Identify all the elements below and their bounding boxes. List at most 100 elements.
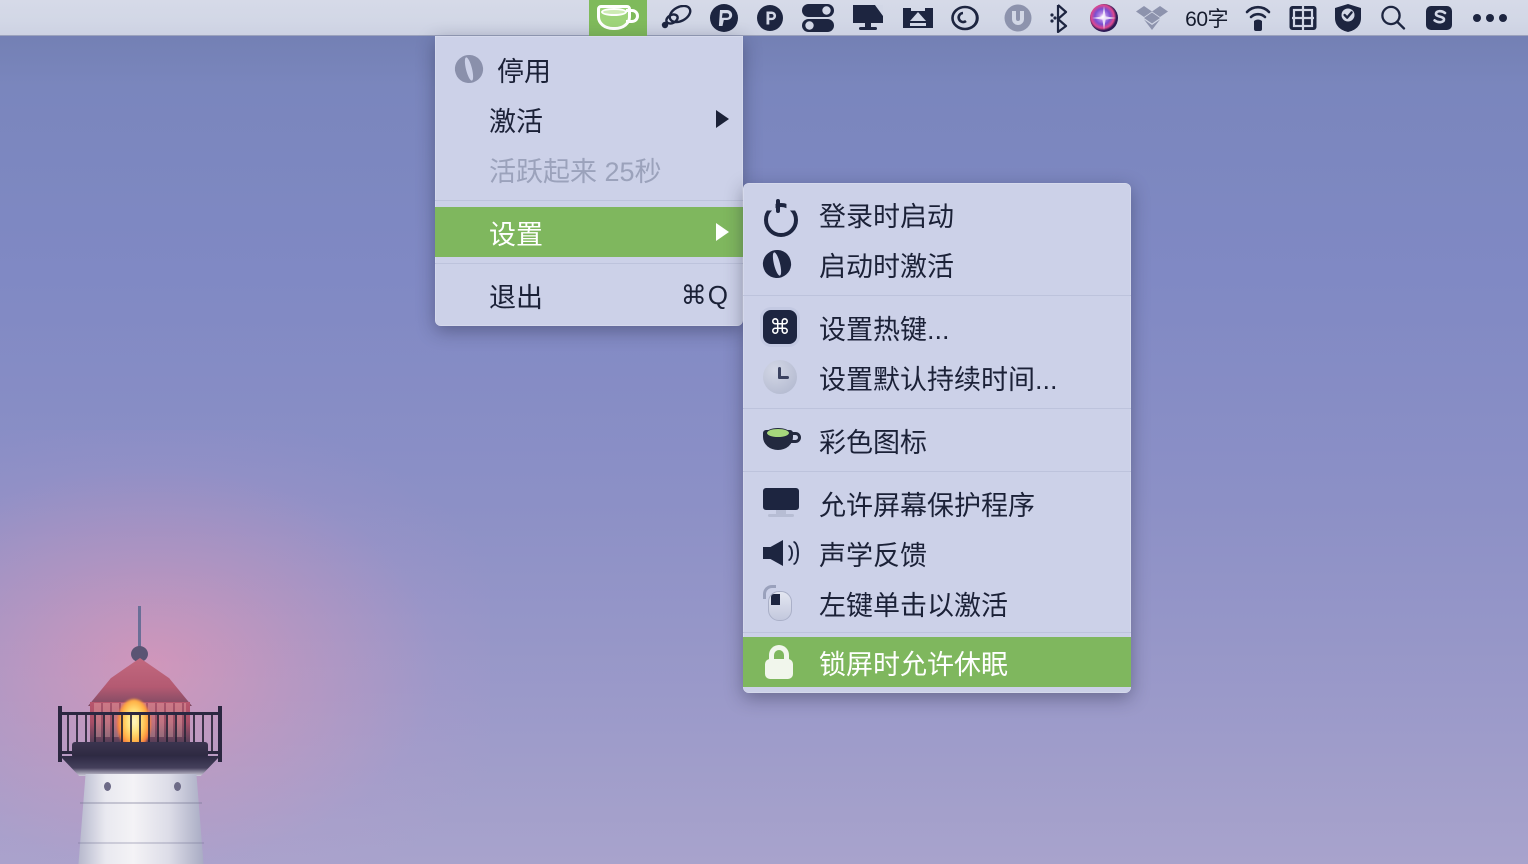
menubar-bluetooth[interactable] (1041, 0, 1081, 36)
coffee-bean-icon (763, 244, 811, 284)
caffeine-main-menu: 停用 激活 活跃起来 25秒 设置 退出 ⌘Q (435, 36, 743, 326)
menu-item-quit-shortcut: ⌘Q (681, 280, 729, 311)
swoosh-icon (659, 5, 693, 31)
submenu-item-default-duration[interactable]: 设置默认持续时间... (743, 352, 1131, 402)
lighthouse-corbel (60, 756, 220, 776)
lock-icon (763, 642, 811, 682)
menu-item-settings-label: 设置 (489, 213, 708, 252)
shield-check-icon (1334, 3, 1362, 33)
lighthouse-window-right (174, 782, 181, 791)
ellipsis-icon (1470, 8, 1510, 28)
coffee-bean-gray-icon (455, 49, 489, 89)
eject-tray-icon (901, 4, 935, 32)
menu-item-active-for-label: 活跃起来 25秒 (489, 150, 729, 189)
menu-bar: 60字 (0, 0, 1528, 36)
menubar-swoosh[interactable] (651, 0, 701, 36)
menubar-sogou[interactable] (1416, 0, 1462, 36)
lighthouse-band-upper (80, 802, 202, 804)
menu-item-quit-label: 退出 (489, 276, 681, 315)
submenu-item-left-click-activate-label: 左键单击以激活 (819, 584, 1117, 623)
desktop: 60字 (0, 0, 1528, 864)
lighthouse-rail-post-left (58, 706, 62, 762)
menubar-caffeine-cup[interactable] (589, 0, 647, 36)
color-cup-icon (763, 420, 811, 460)
coffee-cup-icon (597, 5, 639, 31)
menu-item-deactivate[interactable]: 停用 (435, 44, 743, 94)
monitor-icon (763, 483, 811, 523)
menubar-antivirus[interactable] (1326, 0, 1370, 36)
lighthouse-tower (78, 774, 204, 864)
menu-item-settings[interactable]: 设置 (435, 207, 743, 257)
submenu-item-color-icon[interactable]: 彩色图标 (743, 415, 1131, 465)
menu-separator (435, 200, 743, 201)
siri-orb-icon (1089, 3, 1119, 33)
submenu-item-launch-at-login[interactable]: 登录时启动 (743, 189, 1131, 239)
dropbox-icon (1135, 3, 1169, 33)
chevron-right-icon (716, 223, 729, 241)
lighthouse-window-left (104, 782, 111, 791)
lighthouse-illustration (22, 606, 292, 864)
submenu-separator (743, 471, 1131, 472)
submenu-item-allow-screensaver-label: 允许屏幕保护程序 (819, 484, 1117, 523)
power-icon (763, 194, 811, 234)
menubar-dropbox[interactable] (1127, 0, 1177, 36)
paddle-p-icon (755, 3, 785, 33)
menubar-airport[interactable] (1236, 0, 1280, 36)
search-icon (1378, 3, 1408, 33)
submenu-item-audio-feedback-label: 声学反馈 (819, 534, 1117, 573)
chevron-right-icon (716, 110, 729, 128)
menubar-input-method[interactable] (1280, 0, 1326, 36)
submenu-item-launch-at-login-label: 登录时启动 (819, 195, 1117, 234)
lighthouse-roof (88, 658, 192, 706)
display-crack-icon (851, 3, 885, 33)
menu-item-active-for: 活跃起来 25秒 (435, 144, 743, 194)
bluetooth-icon (1049, 3, 1073, 33)
lighthouse-gallery-floor (72, 742, 208, 758)
paypal-icon (709, 3, 739, 33)
submenu-item-allow-sleep-when-locked-label: 锁屏时允许休眠 (819, 643, 1117, 682)
speaker-icon (763, 533, 811, 573)
submenu-item-default-duration-label: 设置默认持续时间... (819, 358, 1117, 397)
submenu-separator (743, 295, 1131, 296)
caffeine-settings-submenu: 登录时启动 启动时激活 ⌘ 设置热键... 设置默认持续时间... 彩 (743, 183, 1131, 693)
lighthouse-band-lower (78, 842, 204, 844)
menu-item-deactivate-label: 停用 (497, 50, 729, 89)
chinese-ime-icon (1288, 3, 1318, 33)
command-key-icon: ⌘ (763, 307, 811, 347)
shield-u-icon (1003, 3, 1033, 33)
mouse-icon (763, 583, 811, 623)
submenu-separator (743, 408, 1131, 409)
lighthouse-rail-post-right (218, 706, 222, 762)
menubar-paypal[interactable] (701, 0, 747, 36)
submenu-item-allow-screensaver[interactable]: 允许屏幕保护程序 (743, 478, 1131, 528)
submenu-item-left-click-activate[interactable]: 左键单击以激活 (743, 578, 1131, 628)
menu-item-quit[interactable]: 退出 ⌘Q (435, 270, 743, 320)
toggles-icon (801, 3, 835, 33)
clouds-icon (951, 4, 987, 32)
menubar-utorrent[interactable] (995, 0, 1041, 36)
submenu-item-set-hotkey[interactable]: ⌘ 设置热键... (743, 302, 1131, 352)
sogou-s-icon (1424, 3, 1454, 33)
menu-item-activate-label: 激活 (489, 100, 708, 139)
menubar-cloud[interactable] (943, 0, 995, 36)
wifi-dome-icon (1244, 3, 1272, 33)
menu-item-activate[interactable]: 激活 (435, 94, 743, 144)
menubar-word-count[interactable]: 60字 (1177, 0, 1236, 36)
menu-separator (435, 263, 743, 264)
clock-icon (763, 357, 811, 397)
word-count-label: 60字 (1185, 3, 1228, 33)
submenu-separator (743, 632, 1131, 633)
menubar-display[interactable] (843, 0, 893, 36)
submenu-item-audio-feedback[interactable]: 声学反馈 (743, 528, 1131, 578)
menubar-siri[interactable] (1081, 0, 1127, 36)
menubar-paddle[interactable] (747, 0, 793, 36)
menubar-eject[interactable] (893, 0, 943, 36)
menubar-spotlight[interactable] (1370, 0, 1416, 36)
menubar-control-center[interactable] (1462, 0, 1518, 36)
lighthouse-mast (138, 606, 141, 650)
submenu-item-activate-at-launch-label: 启动时激活 (819, 245, 1117, 284)
submenu-item-allow-sleep-when-locked[interactable]: 锁屏时允许休眠 (743, 637, 1131, 687)
submenu-item-color-icon-label: 彩色图标 (819, 421, 1117, 460)
menubar-toggles[interactable] (793, 0, 843, 36)
submenu-item-activate-at-launch[interactable]: 启动时激活 (743, 239, 1131, 289)
